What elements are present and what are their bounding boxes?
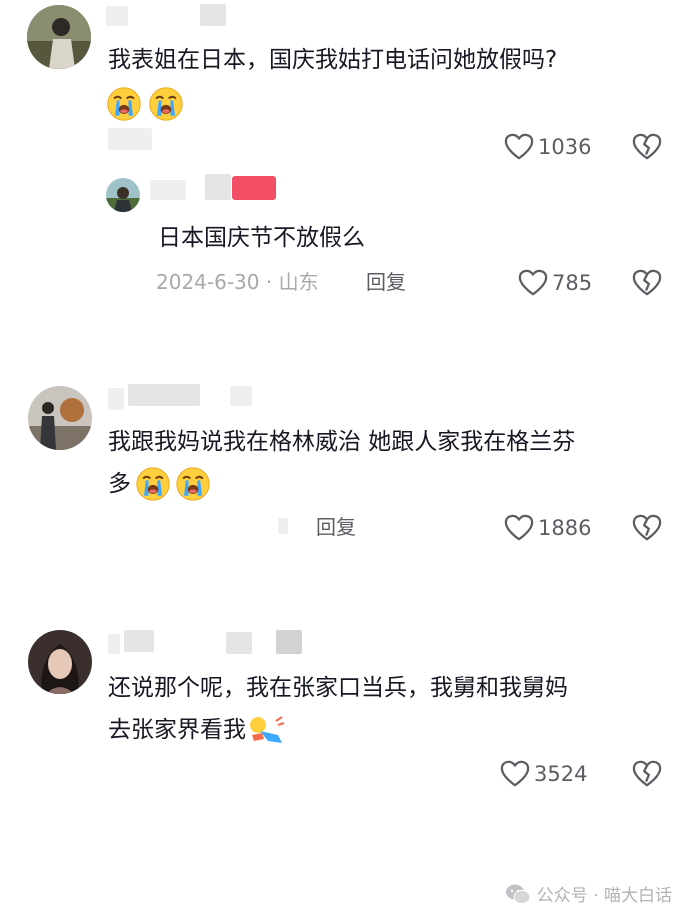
comment-text: 多 bbox=[108, 471, 131, 497]
like-count: 3524 bbox=[534, 762, 588, 786]
username-redacted bbox=[108, 388, 124, 410]
heart-icon bbox=[504, 132, 534, 162]
like-button[interactable]: 1036 bbox=[504, 132, 591, 162]
crying-emoji-icon bbox=[106, 86, 142, 122]
username-redacted bbox=[124, 630, 154, 652]
reply-button[interactable]: 回复 bbox=[366, 268, 406, 296]
like-count: 785 bbox=[552, 271, 593, 295]
meta-dot: · bbox=[259, 270, 279, 294]
avatar[interactable] bbox=[28, 386, 92, 450]
meta-redacted bbox=[278, 518, 288, 534]
like-count: 1886 bbox=[538, 516, 592, 540]
heart-icon bbox=[518, 268, 548, 298]
username-redacted bbox=[106, 6, 128, 26]
username-redacted bbox=[232, 176, 276, 200]
crying-emoji-icon bbox=[135, 466, 171, 502]
username-redacted bbox=[230, 386, 252, 406]
reply-meta: 2024-6-30 · 山东 bbox=[156, 268, 319, 296]
comment-text: 去张家界看我 bbox=[108, 717, 246, 743]
username-redacted bbox=[150, 180, 186, 200]
broken-heart-icon[interactable] bbox=[632, 132, 662, 162]
wechat-icon bbox=[505, 884, 531, 904]
comment-text: 我表姐在日本，国庆我姑打电话问她放假吗? bbox=[108, 47, 558, 73]
reply-location: 山东 bbox=[278, 270, 319, 294]
avatar-photo bbox=[27, 5, 91, 69]
comment-text: 我跟我妈说我在格林威治 她跟人家我在格兰芬 bbox=[108, 429, 576, 455]
avatar-photo bbox=[106, 178, 140, 212]
username-redacted bbox=[108, 634, 120, 654]
meta-redacted bbox=[108, 128, 152, 150]
broken-heart-icon[interactable] bbox=[632, 268, 662, 298]
fall-down-emoji-icon bbox=[250, 716, 285, 743]
reply-button[interactable]: 回复 bbox=[316, 513, 356, 541]
heart-icon bbox=[500, 759, 530, 789]
username-redacted bbox=[128, 384, 200, 406]
like-button[interactable]: 785 bbox=[518, 268, 592, 298]
broken-heart-icon[interactable] bbox=[632, 513, 662, 543]
avatar-photo bbox=[28, 630, 92, 694]
username-redacted bbox=[226, 632, 252, 654]
heart-icon bbox=[504, 513, 534, 543]
like-count: 1036 bbox=[538, 135, 592, 159]
reply-avatar[interactable] bbox=[106, 178, 140, 212]
watermark: 公众号 · 喵大白话 bbox=[505, 881, 672, 906]
reply-text: 日本国庆节不放假么 bbox=[158, 225, 365, 251]
avatar[interactable] bbox=[28, 630, 92, 694]
crying-emoji-icon bbox=[148, 86, 184, 122]
reply-date: 2024-6-30 bbox=[156, 270, 260, 294]
username-redacted bbox=[205, 174, 231, 200]
like-button[interactable]: 3524 bbox=[500, 759, 587, 789]
crying-emoji-icon bbox=[175, 466, 211, 502]
broken-heart-icon[interactable] bbox=[632, 759, 662, 789]
comment-text: 还说那个呢，我在张家口当兵，我舅和我舅妈 bbox=[108, 675, 568, 701]
watermark-text: 公众号 · 喵大白话 bbox=[536, 886, 672, 906]
comment-text-line2: 去张家界看我 bbox=[108, 712, 286, 748]
like-button[interactable]: 1886 bbox=[504, 513, 591, 543]
comment-text-line2: 多 bbox=[108, 466, 211, 502]
avatar[interactable] bbox=[27, 5, 91, 69]
username-redacted bbox=[276, 630, 302, 654]
username-redacted bbox=[200, 4, 226, 26]
crying-emoji bbox=[106, 86, 184, 122]
avatar-photo bbox=[28, 386, 92, 450]
